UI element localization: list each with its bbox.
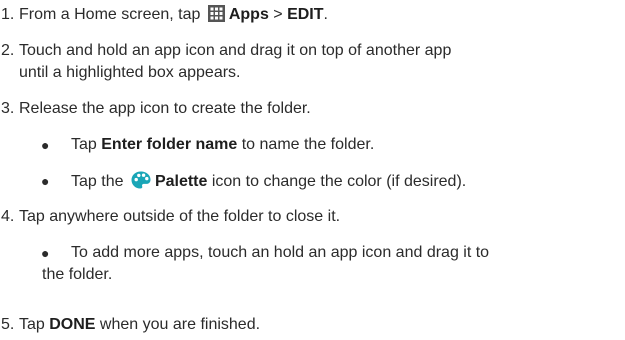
step-text: Tap DONE when you are finished.: [19, 316, 261, 333]
step-3: 3. Release the app icon to create the fo…: [0, 98, 617, 120]
palette-icon: [131, 171, 151, 189]
enter-folder-name-label: Enter folder name: [101, 136, 238, 153]
step-1: 1. From a Home screen, tap Apps > EDIT.: [0, 4, 617, 26]
bullet-text: Tap the Palette icon to change the color…: [71, 170, 617, 193]
palette-label: Palette: [154, 173, 208, 190]
step-number: 3.: [1, 100, 15, 117]
step-text: Release the app icon to create the folde…: [19, 100, 311, 117]
step-4: 4. Tap anywhere outside of the folder to…: [0, 206, 617, 228]
bullet-3: ● To add more apps, touch an hold an app…: [0, 242, 617, 264]
bullet-2: ● Tap the Palette icon to change the col…: [0, 170, 617, 193]
done-label: DONE: [49, 316, 96, 333]
bullet-dot: ●: [41, 137, 50, 153]
bullet-dot: ●: [41, 173, 50, 189]
step-text: From a Home screen, tap Apps > EDIT.: [19, 5, 328, 23]
step-5: 5. Tap DONE when you are finished.: [0, 314, 617, 336]
step-2: 2. Touch and hold an app icon and drag i…: [0, 40, 617, 84]
step-number: 5.: [1, 316, 15, 333]
bullet-3-continuation: the folder.: [42, 266, 113, 283]
step-number: 2.: [1, 42, 15, 59]
step-text: Touch and hold an app icon and drag it o…: [19, 42, 452, 81]
instructions-page: 1. From a Home screen, tap Apps > EDIT. …: [0, 0, 625, 340]
bullet-1: ● Tap Enter folder name to name the fold…: [0, 134, 617, 156]
apps-label: Apps: [228, 6, 269, 23]
step-number: 4.: [1, 208, 15, 225]
apps-grid-icon: [207, 5, 225, 22]
bullet-dot: ●: [41, 245, 50, 261]
step-text: Tap anywhere outside of the folder to cl…: [19, 208, 341, 225]
bullet-text: To add more apps, touch an hold an app i…: [71, 244, 490, 261]
edit-label: EDIT: [287, 6, 324, 23]
bullet-text: Tap Enter folder name to name the folder…: [71, 136, 375, 153]
step-number: 1.: [1, 6, 15, 23]
